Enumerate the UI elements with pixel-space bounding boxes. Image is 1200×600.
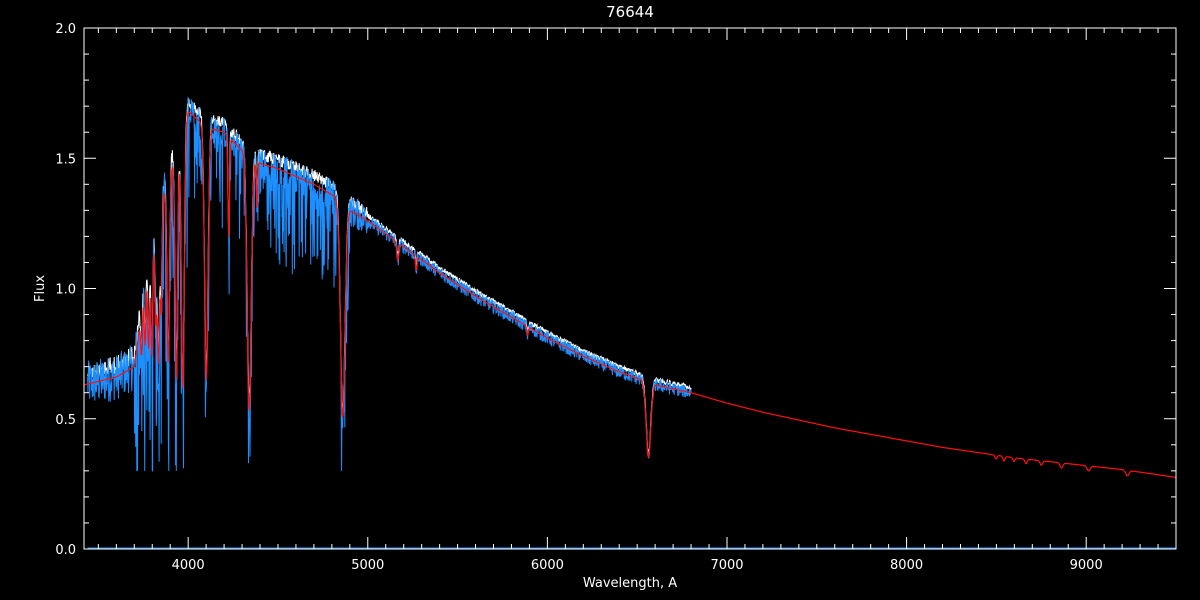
chart-figure: 4000 5000 6000 7000 8000 9000 0.0 0.5 1.0 1.5 2.0 7… bbox=[0, 0, 1200, 600]
y-tick-label: 1.0 bbox=[55, 283, 76, 298]
y-tick-label: 0.5 bbox=[55, 413, 76, 428]
y-tick-label: 0.0 bbox=[55, 543, 76, 558]
x-axis-label: Wavelength, A bbox=[583, 576, 677, 591]
x-tick-label: 4000 bbox=[172, 558, 205, 573]
y-axis-label: Flux bbox=[33, 275, 48, 302]
model-series-line bbox=[84, 111, 1176, 478]
x-tick-label: 6000 bbox=[531, 558, 564, 573]
y-tick-label: 2.0 bbox=[55, 22, 76, 37]
chart-title: 76644 bbox=[606, 3, 654, 21]
spectrum-plot: 4000 5000 6000 7000 8000 9000 0.0 0.5 1.0 1.5 2.0 7… bbox=[33, 3, 1177, 591]
x-tick-label: 9000 bbox=[1070, 558, 1103, 573]
x-tick-label: 7000 bbox=[710, 558, 743, 573]
x-tick-label: 5000 bbox=[351, 558, 384, 573]
y-tick-label: 1.5 bbox=[55, 152, 76, 167]
x-tick-label: 8000 bbox=[890, 558, 923, 573]
plot-frame bbox=[83, 27, 1177, 550]
